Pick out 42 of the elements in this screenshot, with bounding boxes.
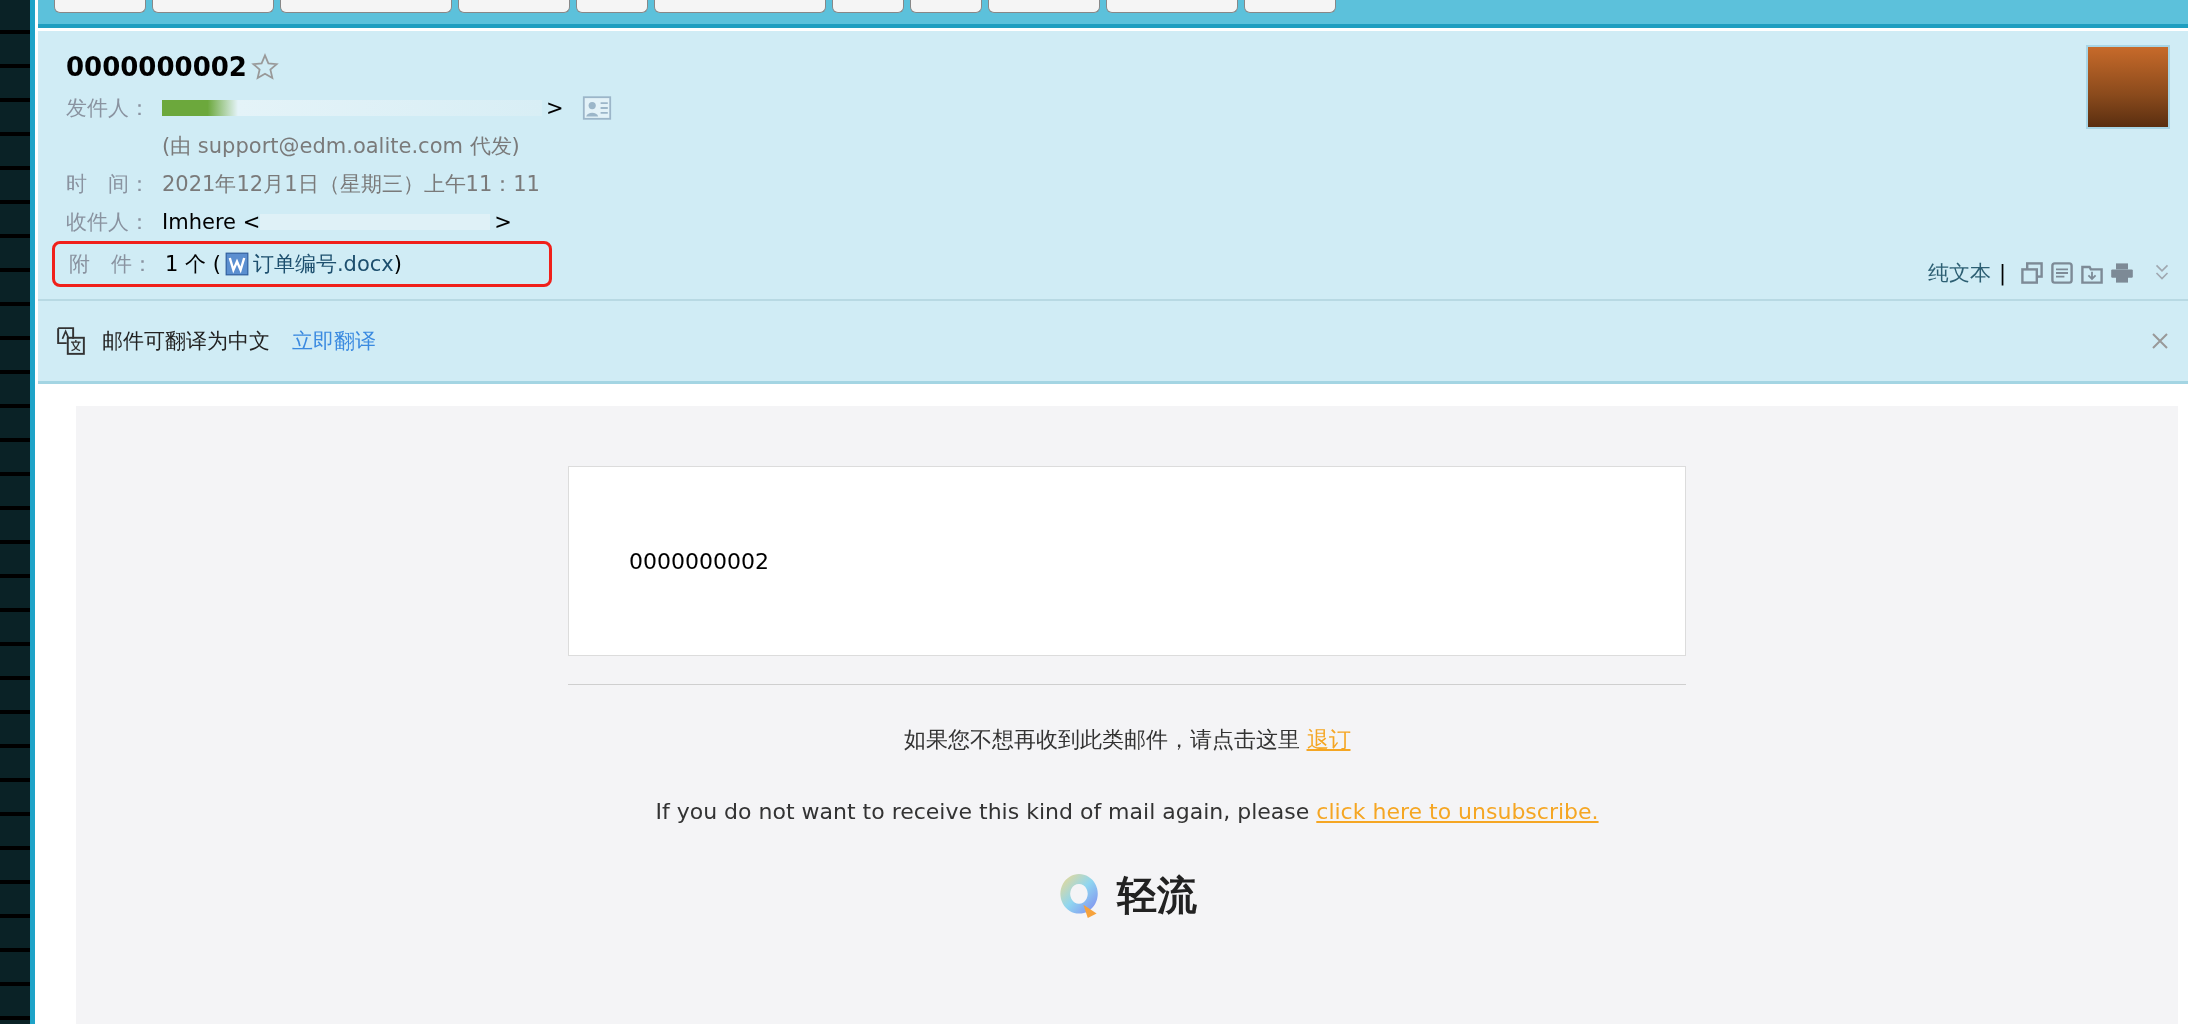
toolbar-tab[interactable] xyxy=(832,0,904,13)
attachment-paren: ) xyxy=(393,252,402,276)
note-icon[interactable] xyxy=(2050,261,2074,285)
contact-card-icon[interactable] xyxy=(581,96,612,120)
toolbar-tab[interactable] xyxy=(1244,0,1336,13)
field-label: 收件人： xyxy=(66,209,151,236)
plain-text-link[interactable]: 纯文本 xyxy=(1927,259,1991,287)
toolbar-tab[interactable] xyxy=(1106,0,1238,13)
toolbar-tab[interactable] xyxy=(54,0,146,13)
star-icon[interactable] xyxy=(250,53,279,81)
unsubscribe-link[interactable]: click here to unsubscribe. xyxy=(1316,799,1599,824)
brand-name: 轻流 xyxy=(1117,871,1197,920)
translate-message: 邮件可翻译为中文 xyxy=(102,328,270,355)
windows-icon[interactable] xyxy=(2020,261,2044,285)
field-label: 时 间： xyxy=(66,171,151,198)
recipient-name: Imhere < xyxy=(162,210,261,234)
toolbar-tab[interactable] xyxy=(654,0,826,13)
attachment-link[interactable]: 订单编号.docx xyxy=(252,250,394,278)
close-icon[interactable] xyxy=(2150,331,2170,351)
sender-note: (由 support@edm.oalite.com 代发) xyxy=(162,133,520,160)
sent-time: 2021年12月1日（星期三）上午11：11 xyxy=(162,171,540,198)
toolbar-tab[interactable] xyxy=(280,0,452,13)
field-label: 发件人： xyxy=(66,95,151,122)
word-document-icon xyxy=(224,252,249,276)
address-bracket: > xyxy=(546,96,564,120)
print-icon[interactable] xyxy=(2110,261,2134,285)
unsubscribe-link[interactable]: 退订 xyxy=(1306,727,1351,752)
field-label: 附 件： xyxy=(69,251,154,278)
unsubscribe-text: 如果您不想再收到此类邮件，请点击这里 退订 xyxy=(903,726,1351,754)
card-text: 0000000002 xyxy=(629,548,769,574)
translate-link[interactable]: 立即翻译 xyxy=(292,327,376,355)
toolbar-tab[interactable] xyxy=(152,0,274,13)
toolbar-tab[interactable] xyxy=(576,0,648,13)
unsubscribe-text: If you do not want to receive this kind of mail again, please click here to unsubscribe. xyxy=(655,799,1599,824)
mail-subject: 0000000002 xyxy=(66,52,247,82)
toolbar-tab[interactable] xyxy=(458,0,570,13)
address-bracket: > xyxy=(494,210,512,234)
toolbar-tab[interactable] xyxy=(910,0,982,13)
toolbar-tab[interactable] xyxy=(988,0,1100,13)
separator: | xyxy=(1998,261,2006,285)
attachment-count: 1 个 ( xyxy=(165,251,221,278)
translate-icon xyxy=(56,326,86,356)
